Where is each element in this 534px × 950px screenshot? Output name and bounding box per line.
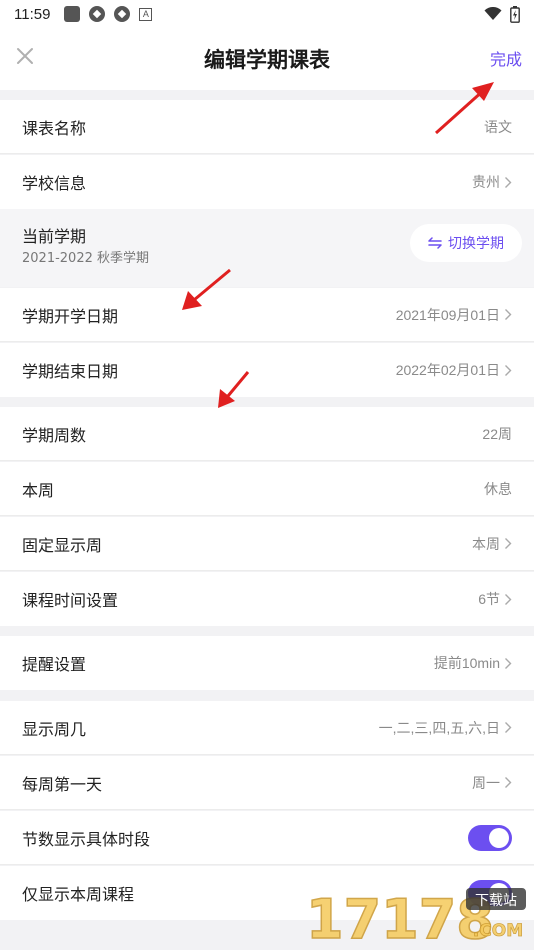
row-label: 课表名称 xyxy=(22,118,87,138)
app-notification-icon-2 xyxy=(114,6,131,22)
weekdays-value: 一,二,三,四,五,六,日 xyxy=(379,718,512,738)
chevron-right-icon xyxy=(505,657,512,669)
this-week-value: 休息 xyxy=(484,480,512,497)
watermark-17178-logo: 17178 下载站 .COM xyxy=(305,887,526,950)
class-time-row[interactable]: 课程时间设置 6节 xyxy=(0,572,534,626)
class-time-text: 6节 xyxy=(478,591,500,607)
term-weeks-value: 22周 xyxy=(482,425,512,442)
svg-text:.COM: .COM xyxy=(473,921,523,941)
switch-term-label: 切换学期 xyxy=(448,236,504,252)
app-notification-icon xyxy=(89,6,106,22)
term-end-row[interactable]: 学期结束日期 2022年02月01日 xyxy=(0,343,534,397)
svg-text:下载站: 下载站 xyxy=(475,893,517,909)
chevron-right-icon xyxy=(505,722,512,733)
term-start-text: 2021年09月01日 xyxy=(395,306,500,323)
class-time-value: 6节 xyxy=(478,589,512,609)
fixed-week-row[interactable]: 固定显示周 本周 xyxy=(0,517,534,571)
first-day-value: 周一 xyxy=(472,773,512,793)
row-label: 显示周几 xyxy=(22,719,87,739)
wifi-icon xyxy=(484,7,502,20)
term-start-row[interactable]: 学期开学日期 2021年09月01日 xyxy=(0,288,534,342)
status-time: 11:59 xyxy=(14,5,51,23)
row-label: 学期周数 xyxy=(22,425,87,445)
row-label: 学期开学日期 xyxy=(22,306,119,326)
nav-bar: 编辑学期课表 完成 xyxy=(0,28,534,90)
weekdays-row[interactable]: 显示周几 一,二,三,四,五,六,日 xyxy=(0,701,534,755)
row-label: 节数显示具体时段 xyxy=(22,829,151,849)
row-label: 提醒设置 xyxy=(22,655,87,674)
row-label: 仅显示本周课程 xyxy=(22,885,135,904)
chevron-right-icon xyxy=(505,176,512,188)
school-info-row[interactable]: 学校信息 贵州 xyxy=(0,155,534,209)
row-label: 每周第一天 xyxy=(22,774,103,794)
weekdays-text: 一,二,三,四,五,六,日 xyxy=(378,719,500,736)
chevron-right-icon xyxy=(505,777,512,788)
term-weeks-row[interactable]: 学期周数 22周 xyxy=(0,407,534,461)
reminder-text: 提前10min xyxy=(433,655,500,671)
svg-text:17178: 17178 xyxy=(306,888,494,946)
row-label: 本周 xyxy=(22,480,55,500)
swap-icon xyxy=(428,237,442,249)
term-start-value: 2021年09月01日 xyxy=(396,305,512,325)
fixed-week-text: 本周 xyxy=(472,535,500,552)
first-day-text: 周一 xyxy=(472,774,500,791)
reminder-value: 提前10min xyxy=(434,653,512,673)
a-notification-icon: A xyxy=(139,7,153,21)
term-end-text: 2022年02月01日 xyxy=(395,362,500,378)
school-info-text: 贵州 xyxy=(472,174,500,190)
school-info-value: 贵州 xyxy=(472,172,512,192)
schedule-name-value: 语文 xyxy=(484,118,512,135)
fixed-week-value: 本周 xyxy=(472,534,512,554)
watermark-logo: 17178 下载站 .COM xyxy=(300,886,530,950)
chevron-right-icon xyxy=(505,309,512,320)
chevron-right-icon xyxy=(505,593,512,605)
chevron-right-icon xyxy=(505,364,512,376)
show-periods-row: 节数显示具体时段 xyxy=(0,811,534,865)
status-bar: 11:59 A xyxy=(0,0,534,28)
first-day-row[interactable]: 每周第一天 周一 xyxy=(0,756,534,810)
current-term-name: 2021-2022 秋季学期 xyxy=(22,251,149,266)
row-label: 固定显示周 xyxy=(22,535,103,555)
term-end-value: 2022年02月01日 xyxy=(396,360,512,380)
done-button[interactable]: 完成 xyxy=(490,46,522,70)
show-periods-toggle[interactable] xyxy=(468,824,512,851)
row-label: 课程时间设置 xyxy=(22,591,119,610)
row-label: 学校信息 xyxy=(22,174,87,193)
chevron-right-icon xyxy=(505,538,512,549)
current-term-label: 当前学期 xyxy=(22,227,87,246)
switch-term-button[interactable]: 切换学期 xyxy=(410,224,522,262)
page-title: 编辑学期课表 xyxy=(204,48,330,72)
row-label: 学期结束日期 xyxy=(22,362,119,381)
battery-icon xyxy=(510,5,520,23)
gallery-notification-icon xyxy=(64,6,81,22)
schedule-name-row[interactable]: 课表名称 语文 xyxy=(0,100,534,154)
this-week-row[interactable]: 本周 休息 xyxy=(0,462,534,516)
reminder-row[interactable]: 提醒设置 提前10min xyxy=(0,636,534,690)
